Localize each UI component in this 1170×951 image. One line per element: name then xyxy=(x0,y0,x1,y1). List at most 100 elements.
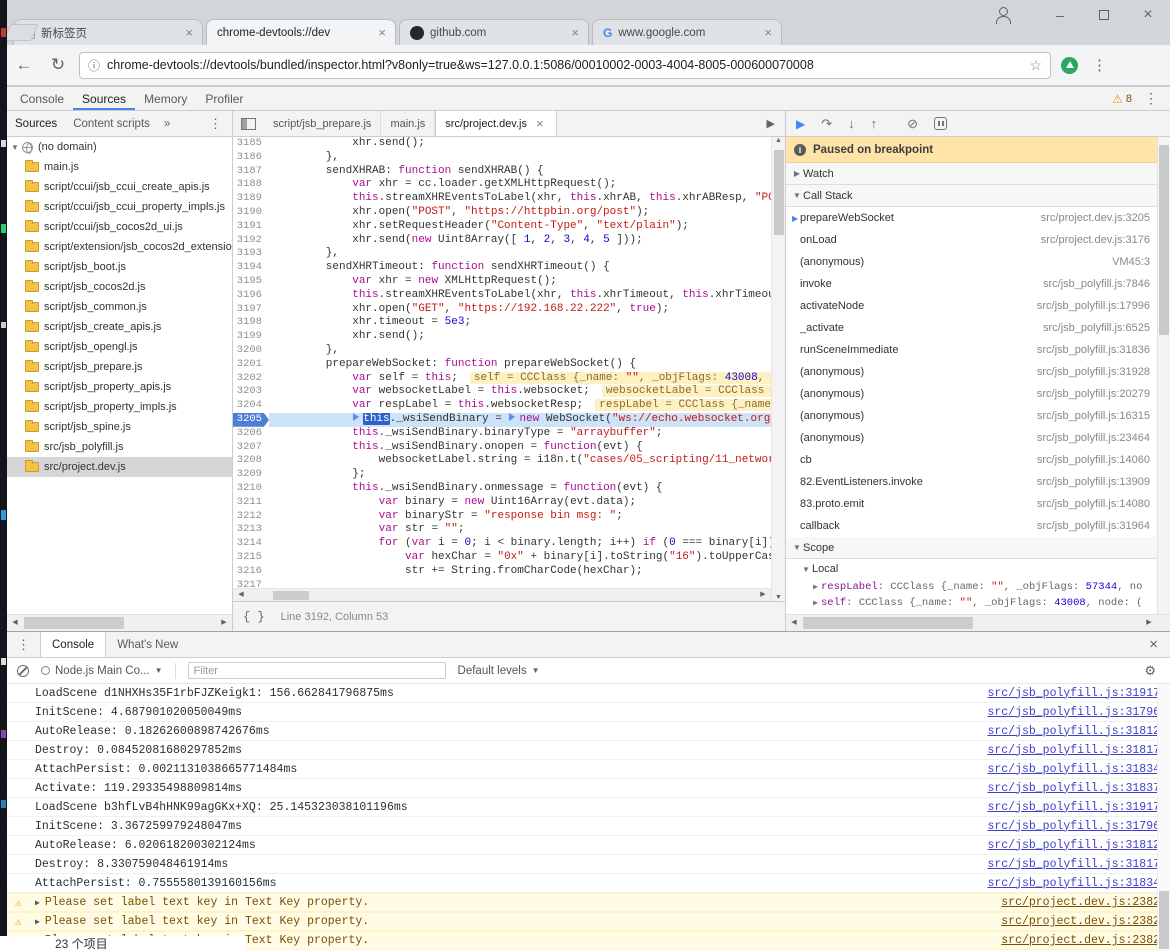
devtools-tab-console[interactable]: Console xyxy=(11,87,73,110)
line-number[interactable]: 3201 xyxy=(233,358,269,372)
scope-variable[interactable]: ▶respLabel: CCClass {_name: "", _objFlag… xyxy=(786,579,1170,595)
tab-close-icon[interactable]: × xyxy=(182,26,196,39)
line-number[interactable]: 3214 xyxy=(233,537,269,551)
console-settings-icon[interactable]: ⚙ xyxy=(1144,663,1160,679)
file-tree-item[interactable]: src/project.dev.js xyxy=(7,457,232,477)
scope-section-header[interactable]: ▼ Scope xyxy=(786,537,1170,559)
line-number[interactable]: 3191 xyxy=(233,220,269,234)
sidebar-hscrollbar[interactable]: ◀ ▶ xyxy=(786,614,1170,631)
log-levels-selector[interactable]: Default levels ▼ xyxy=(458,665,540,677)
source-link[interactable]: src/jsb_polyfill.js:31917 xyxy=(987,687,1160,700)
code-line-content[interactable]: this.streamXHREventsToLabel(xhr, this.xh… xyxy=(269,192,785,206)
scroll-thumb[interactable] xyxy=(1159,145,1169,335)
reload-button[interactable]: ↻ xyxy=(41,55,75,75)
file-tree-item[interactable]: script/ccui/jsb_cocos2d_ui.js xyxy=(7,217,232,237)
code-line-content[interactable]: var binary = new Uint16Array(evt.data); xyxy=(269,496,785,510)
code-line-content[interactable]: var respLabel = this.websocketResp;respL… xyxy=(269,399,785,413)
call-stack-frame[interactable]: callbacksrc/jsb_polyfill.js:31964 xyxy=(786,515,1170,537)
code-line-content[interactable]: var binaryStr = "response bin msg: "; xyxy=(269,510,785,524)
line-number[interactable]: 3199 xyxy=(233,330,269,344)
code-line-content[interactable]: var websocketLabel = this.websocket;webs… xyxy=(269,385,785,399)
line-number[interactable]: 3193 xyxy=(233,247,269,261)
code-line-content[interactable]: xhr.open("POST", "https://httpbin.org/po… xyxy=(269,206,785,220)
code-line-content[interactable]: str += String.fromCharCode(hexChar); xyxy=(269,565,785,579)
scroll-right-icon[interactable]: ▶ xyxy=(216,615,232,631)
extension-icon[interactable] xyxy=(1061,57,1078,74)
editor-hscrollbar[interactable]: ◀ ▶ xyxy=(233,588,771,601)
code-line-content[interactable]: xhr.open("GET", "https://192.168.22.222"… xyxy=(269,303,785,317)
call-stack-frame[interactable]: invokesrc/jsb_polyfill.js:7846 xyxy=(786,273,1170,295)
line-number[interactable]: 3195 xyxy=(233,275,269,289)
source-link[interactable]: src/project.dev.js:2382 xyxy=(1001,915,1160,928)
source-link[interactable]: src/project.dev.js:2382 xyxy=(1001,934,1160,947)
file-tree-item[interactable]: script/jsb_boot.js xyxy=(7,257,232,277)
tab-content-scripts[interactable]: Content scripts xyxy=(65,111,158,136)
scroll-down-icon[interactable]: ▼ xyxy=(772,594,785,601)
code-line-content[interactable] xyxy=(269,579,785,589)
clear-console-icon[interactable] xyxy=(17,665,29,677)
scroll-right-icon[interactable]: ▶ xyxy=(1141,615,1157,631)
navigator-menu-icon[interactable]: ⋮ xyxy=(199,116,232,132)
file-tree-item[interactable]: script/jsb_spine.js xyxy=(7,417,232,437)
source-link[interactable]: src/jsb_polyfill.js:31812 xyxy=(987,725,1160,738)
code-line-content[interactable]: websocketLabel.string = i18n.t("cases/05… xyxy=(269,454,785,468)
minimize-button[interactable]: – xyxy=(1038,7,1082,23)
line-number[interactable]: 3192 xyxy=(233,234,269,248)
line-number[interactable]: 3200 xyxy=(233,344,269,358)
line-number[interactable]: 3203 xyxy=(233,385,269,399)
line-number[interactable]: 3196 xyxy=(233,289,269,303)
file-tree-item[interactable]: script/jsb_create_apis.js xyxy=(7,317,232,337)
source-link[interactable]: src/jsb_polyfill.js:31796 xyxy=(987,820,1160,833)
scroll-thumb[interactable] xyxy=(803,617,973,629)
devtools-tab-sources[interactable]: Sources xyxy=(73,87,135,110)
source-link[interactable]: src/jsb_polyfill.js:31796 xyxy=(987,706,1160,719)
source-link[interactable]: src/jsb_polyfill.js:31917 xyxy=(987,801,1160,814)
window-close-button[interactable]: × xyxy=(1126,6,1170,24)
console-warning-row[interactable]: ⚠▶Please set label text key in Text Key … xyxy=(7,893,1170,912)
call-stack-frame[interactable]: runSceneImmediatesrc/jsb_polyfill.js:318… xyxy=(786,339,1170,361)
source-link[interactable]: src/jsb_polyfill.js:31837 xyxy=(987,782,1160,795)
editor-more-icon[interactable]: ▶ xyxy=(757,117,785,130)
browser-tab[interactable]: github.com× xyxy=(399,19,589,45)
call-stack-section-header[interactable]: ▼ Call Stack xyxy=(786,185,1170,207)
breakpoint-line-number[interactable]: 3205 xyxy=(233,413,269,427)
source-link[interactable]: src/jsb_polyfill.js:31834 xyxy=(987,763,1160,776)
step-over-icon[interactable]: ↷ xyxy=(821,117,832,130)
file-tree-item[interactable]: script/jsb_common.js xyxy=(7,297,232,317)
code-line-content[interactable]: }, xyxy=(269,344,785,358)
call-stack-frame[interactable]: activateNodesrc/jsb_polyfill.js:17996 xyxy=(786,295,1170,317)
back-button[interactable]: ← xyxy=(7,55,41,75)
maximize-button[interactable] xyxy=(1082,7,1126,23)
line-number[interactable]: 3207 xyxy=(233,441,269,455)
editor-tab[interactable]: src/project.dev.js× xyxy=(435,111,556,136)
step-into-icon[interactable]: ↓ xyxy=(848,117,855,130)
expand-triangle-icon[interactable]: ▶ xyxy=(35,898,40,908)
line-number[interactable]: 3217 xyxy=(233,579,269,589)
source-link[interactable]: src/jsb_polyfill.js:31812 xyxy=(987,839,1160,852)
tree-root[interactable]: ▼ (no domain) xyxy=(7,137,232,157)
browser-tab[interactable]: Gwww.google.com× xyxy=(592,19,782,45)
line-number[interactable]: 3215 xyxy=(233,551,269,565)
code-line-content[interactable]: xhr.setRequestHeader("Content-Type", "te… xyxy=(269,220,785,234)
file-tree-item[interactable]: src/jsb_polyfill.js xyxy=(7,437,232,457)
sidebar-vscrollbar[interactable] xyxy=(1157,137,1170,614)
call-stack-frame[interactable]: ▶prepareWebSocketsrc/project.dev.js:3205 xyxy=(786,207,1170,229)
call-stack-frame[interactable]: (anonymous)src/jsb_polyfill.js:23464 xyxy=(786,427,1170,449)
step-out-icon[interactable]: ↑ xyxy=(871,117,878,130)
source-link[interactable]: src/project.dev.js:2382 xyxy=(1001,896,1160,909)
expand-triangle-icon[interactable]: ▶ xyxy=(35,917,40,927)
call-stack-frame[interactable]: 83.proto.emitsrc/jsb_polyfill.js:14080 xyxy=(786,493,1170,515)
file-tree-item[interactable]: script/ccui/jsb_ccui_property_impls.js xyxy=(7,197,232,217)
file-tree-item[interactable]: script/jsb_opengl.js xyxy=(7,337,232,357)
editor-tab[interactable]: script/jsb_prepare.js xyxy=(264,111,381,136)
file-tree-item[interactable]: script/ccui/jsb_ccui_create_apis.js xyxy=(7,177,232,197)
devtools-tab-profiler[interactable]: Profiler xyxy=(196,87,252,110)
navigator-hscrollbar[interactable]: ◀ ▶ xyxy=(7,614,232,631)
line-number[interactable]: 3210 xyxy=(233,482,269,496)
code-line-content[interactable]: prepareWebSocket: function prepareWebSoc… xyxy=(269,358,785,372)
code-line-content[interactable]: var str = ""; xyxy=(269,523,785,537)
line-number[interactable]: 3185 xyxy=(233,137,269,151)
code-line-content[interactable]: var xhr = cc.loader.getXMLHttpRequest(); xyxy=(269,178,785,192)
line-number[interactable]: 3188 xyxy=(233,178,269,192)
tab-close-icon[interactable]: × xyxy=(375,26,389,39)
